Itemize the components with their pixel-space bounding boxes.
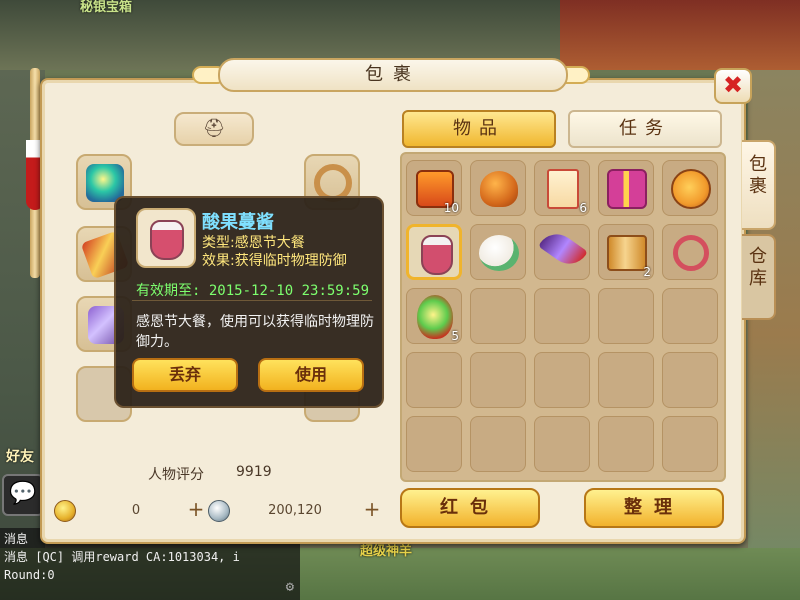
type-value: 感恩节大餐 bbox=[234, 235, 305, 251]
inventory-slot[interactable]: 2 bbox=[598, 224, 654, 280]
item-quantity: 10 bbox=[443, 201, 459, 215]
side-tab-bag[interactable]: 包裹 bbox=[742, 140, 776, 230]
inventory-slot-empty[interactable] bbox=[534, 416, 590, 472]
sort-button[interactable]: 整理 bbox=[584, 488, 724, 528]
inventory-slot-empty[interactable] bbox=[406, 352, 462, 408]
silver-value: 200,120 bbox=[268, 503, 322, 518]
window-title: 包裹 bbox=[218, 58, 568, 92]
tooltip-divider bbox=[132, 300, 372, 301]
bun-icon bbox=[479, 235, 519, 271]
tooltip-description: 感恩节大餐，使用可以获得临时物理防御力。 bbox=[136, 314, 374, 350]
tab-tasks[interactable]: 任务 bbox=[568, 110, 722, 148]
use-button[interactable]: 使用 bbox=[258, 358, 364, 392]
inventory-slot[interactable]: 6 bbox=[534, 160, 590, 216]
equipment-toggle-tab[interactable]: ⛑ bbox=[174, 112, 254, 146]
inventory-slot[interactable]: 5 bbox=[406, 288, 462, 344]
add-gold-button[interactable]: + bbox=[186, 499, 206, 520]
inventory-slot-empty[interactable] bbox=[406, 416, 462, 472]
inventory-slot[interactable]: 10 bbox=[406, 160, 462, 216]
tooltip-item-icon bbox=[136, 208, 196, 268]
gold-coin-icon bbox=[54, 500, 76, 522]
silver-coin-icon bbox=[208, 500, 230, 522]
item-quantity: 5 bbox=[451, 329, 459, 343]
feather-icon bbox=[538, 226, 588, 272]
gift-icon bbox=[607, 169, 647, 209]
envelope-icon bbox=[547, 169, 579, 209]
tooltip-item-type: 类型:感恩节大餐 bbox=[202, 232, 305, 252]
inventory-slot[interactable] bbox=[662, 224, 718, 280]
tab-items[interactable]: 物品 bbox=[402, 110, 556, 148]
inventory-slot[interactable] bbox=[598, 160, 654, 216]
inventory-slot-empty[interactable] bbox=[534, 352, 590, 408]
item-quantity: 2 bbox=[643, 265, 651, 279]
tooltip-item-name: 酸果蔓酱 bbox=[202, 212, 274, 233]
expire-label: 有效期至: bbox=[136, 283, 201, 299]
close-icon: ✖ bbox=[722, 71, 744, 99]
side-tab-storage[interactable]: 仓库 bbox=[742, 234, 776, 320]
close-button[interactable]: ✖ bbox=[714, 68, 752, 104]
inventory-slot[interactable] bbox=[470, 160, 526, 216]
background-building-roof bbox=[560, 0, 800, 70]
inventory-slot-selected[interactable] bbox=[406, 224, 462, 280]
helmet-icon: ⛑ bbox=[202, 118, 226, 139]
chat-button[interactable]: 💬 bbox=[2, 474, 44, 516]
bag-icon bbox=[480, 171, 518, 207]
type-label: 类型: bbox=[202, 235, 235, 251]
pizza-icon bbox=[671, 169, 711, 209]
gourd-icon bbox=[417, 295, 453, 339]
jam-jar-icon bbox=[150, 220, 184, 260]
chat-bubble-icon: 💬 bbox=[9, 481, 37, 506]
chat-line: 消息 [QC] 调用reward CA:1013034, i bbox=[4, 550, 240, 564]
character-score-label: 人物评分 bbox=[148, 467, 204, 483]
inventory-slot-empty[interactable] bbox=[470, 352, 526, 408]
scroll-icon bbox=[607, 235, 647, 271]
chat-line: Round:0 bbox=[4, 568, 55, 582]
character-score-value: 9919 bbox=[236, 464, 272, 480]
inventory-slot[interactable] bbox=[662, 160, 718, 216]
inventory-slot[interactable] bbox=[534, 224, 590, 280]
friend-label: 好友 bbox=[6, 449, 34, 465]
inventory-slot-empty[interactable] bbox=[470, 288, 526, 344]
inventory-slot-empty[interactable] bbox=[534, 288, 590, 344]
effect-label: 效果: bbox=[202, 253, 235, 269]
gold-value: 0 bbox=[131, 503, 141, 518]
item-quantity: 6 bbox=[579, 201, 587, 215]
expire-value: 2015-12-10 23:59:59 bbox=[208, 283, 370, 299]
gear-icon[interactable]: ⚙ bbox=[286, 578, 294, 596]
inventory-slot-empty[interactable] bbox=[662, 416, 718, 472]
inventory-slot-empty[interactable] bbox=[598, 288, 654, 344]
tooltip-item-effect: 效果:获得临时物理防御 bbox=[202, 250, 347, 270]
inventory-slot-empty[interactable] bbox=[598, 416, 654, 472]
inventory-slot-empty[interactable] bbox=[470, 416, 526, 472]
tooltip-expire-line: 有效期至: 2015-12-10 23:59:59 bbox=[136, 280, 369, 300]
inventory-slot-empty[interactable] bbox=[598, 352, 654, 408]
inventory-slot-empty[interactable] bbox=[662, 288, 718, 344]
rope-icon bbox=[673, 235, 709, 271]
add-silver-button[interactable]: + bbox=[362, 499, 382, 520]
effect-value: 获得临时物理防御 bbox=[234, 253, 347, 269]
red-packet-button[interactable]: 红包 bbox=[400, 488, 540, 528]
background-npc-label: 秘银宝箱 bbox=[80, 0, 133, 15]
discard-button[interactable]: 丢弃 bbox=[132, 358, 238, 392]
inventory-slot-empty[interactable] bbox=[662, 352, 718, 408]
inventory-slot[interactable] bbox=[470, 224, 526, 280]
jam-icon bbox=[421, 235, 453, 275]
